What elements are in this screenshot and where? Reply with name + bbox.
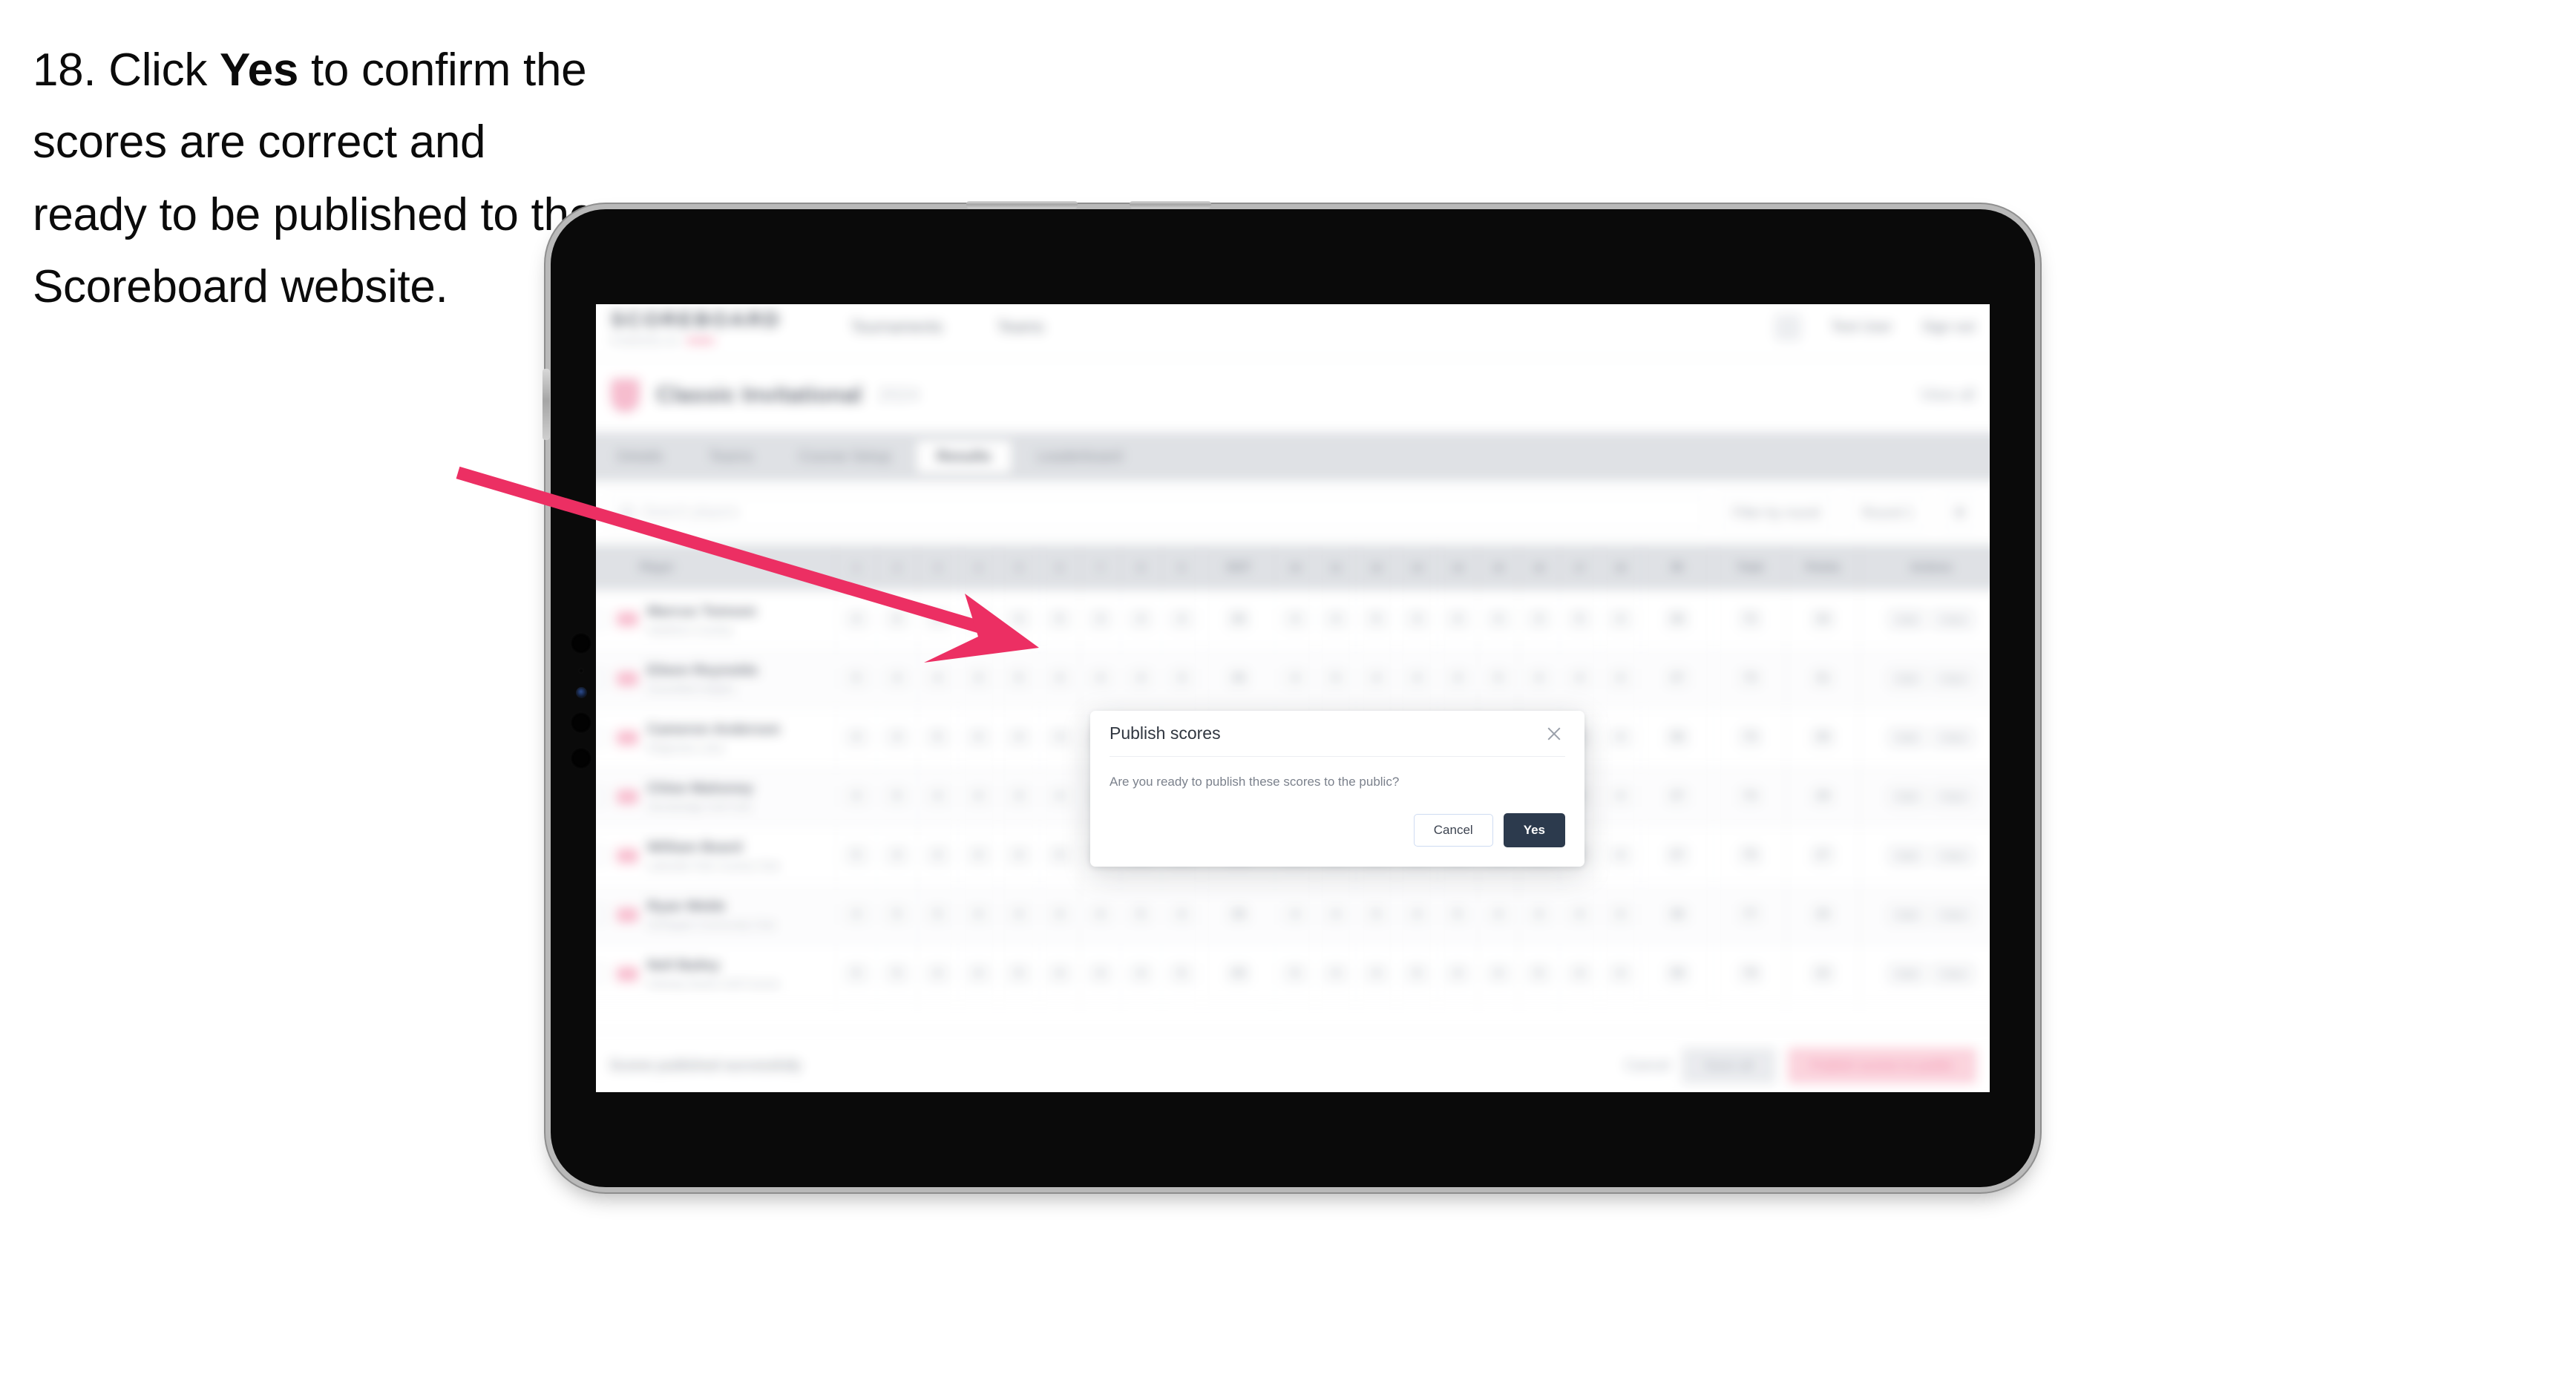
camera-lens-tertiary-icon	[570, 747, 592, 769]
tablet-screen: SCOREBOARD POWERED BY HSBC Tournaments T…	[596, 304, 1990, 1092]
screenshot-canvas: 18. Click Yes to confirm the scores are …	[0, 0, 2576, 1386]
dialog-title: Publish scores	[1110, 723, 1221, 743]
microphone-icon	[578, 668, 584, 674]
tablet-device-frame: SCOREBOARD POWERED BY HSBC Tournaments T…	[543, 201, 2035, 1187]
dialog-actions: Cancel Yes	[1413, 813, 1565, 847]
flash-sensor-icon	[575, 687, 587, 698]
modal-scrim[interactable]	[596, 304, 1990, 1092]
close-icon[interactable]	[1543, 723, 1565, 745]
instruction-step-number: 18.	[33, 45, 96, 96]
yes-button[interactable]: Yes	[1503, 813, 1565, 847]
instruction-text-before: Click	[108, 45, 208, 96]
camera-lens-secondary-icon	[570, 712, 592, 734]
cancel-button[interactable]: Cancel	[1413, 814, 1493, 847]
device-side-button-left	[543, 369, 550, 440]
instruction-caption: 18. Click Yes to confirm the scores are …	[33, 34, 597, 323]
device-camera-cluster	[568, 632, 594, 769]
device-top-button-b	[1130, 201, 1211, 208]
device-top-button-a	[966, 201, 1078, 208]
instruction-emphasis: Yes	[220, 45, 298, 96]
camera-lens-icon	[570, 632, 592, 654]
dialog-message: Are you ready to publish these scores to…	[1110, 775, 1400, 789]
publish-scores-dialog: Publish scores Are you ready to publish …	[1090, 711, 1584, 867]
dialog-header: Publish scores	[1110, 711, 1565, 757]
